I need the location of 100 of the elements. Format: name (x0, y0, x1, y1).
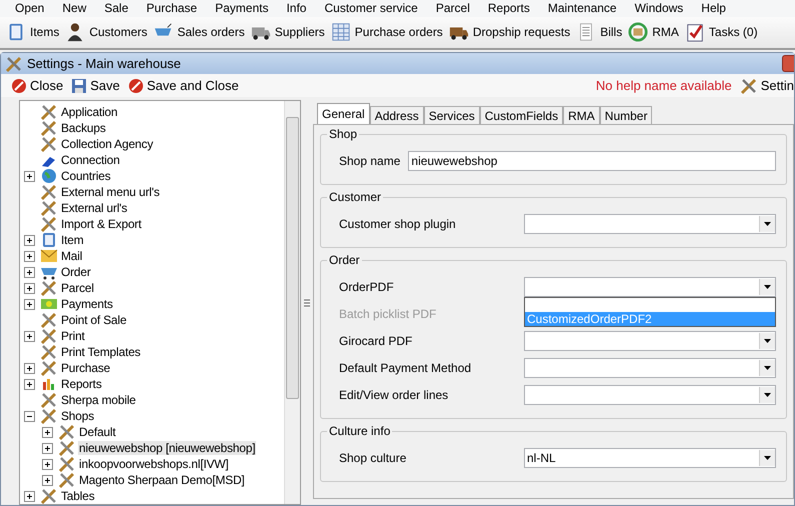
tools-icon (40, 344, 58, 360)
stop-icon (128, 78, 144, 94)
menu-item[interactable]: Open (6, 1, 54, 16)
menu-item[interactable]: Parcel (426, 1, 479, 16)
tree-item[interactable]: Item (60, 233, 85, 247)
tools-icon (58, 472, 76, 488)
toolbar-button[interactable]: RMA (626, 22, 681, 42)
tab[interactable]: Services (424, 106, 480, 124)
toolbar-button[interactable]: Tasks (0) (682, 22, 760, 42)
caret-icon (764, 456, 771, 460)
tools-icon (58, 424, 76, 440)
tab[interactable]: General (317, 103, 370, 124)
expander[interactable] (24, 266, 34, 278)
menu-item[interactable]: Sale (95, 1, 138, 16)
tools-icon (40, 120, 58, 136)
menu-item[interactable]: Purchase (137, 1, 206, 16)
expander[interactable] (24, 378, 34, 390)
menu-item[interactable]: Customer service (315, 1, 427, 16)
toolbar-button[interactable]: Suppliers (248, 22, 327, 42)
tab[interactable]: Number (600, 106, 652, 124)
expander[interactable] (24, 170, 34, 182)
field-label: Girocard PDF (339, 334, 414, 348)
toolbar-button[interactable]: Save (71, 78, 120, 94)
toolbar-button[interactable]: Items (4, 22, 62, 42)
tree-item[interactable]: Order (60, 265, 92, 279)
tree-item[interactable]: Sherpa mobile (60, 393, 137, 407)
tree-item[interactable]: Print (60, 329, 86, 343)
tab[interactable]: Address (370, 106, 424, 124)
tree-item[interactable]: Purchase (60, 361, 112, 375)
expander[interactable] (24, 298, 34, 310)
expander[interactable] (42, 474, 52, 486)
tree-item[interactable]: inkoopvoorwebshops.nl[IVW] (78, 457, 230, 471)
toolbar-button[interactable]: Purchase orders (328, 22, 445, 42)
tree-item[interactable]: Print Templates (60, 345, 142, 359)
expander[interactable] (24, 410, 34, 422)
tab[interactable]: RMA (563, 106, 600, 124)
tree-item[interactable]: Tables (60, 489, 96, 503)
money-icon (40, 296, 58, 312)
tree-item[interactable]: Default (78, 425, 117, 439)
splitter-grip[interactable] (304, 298, 310, 306)
tree-item[interactable]: Shops (60, 409, 96, 423)
tree-item[interactable]: Collection Agency (60, 137, 154, 151)
group-title: Customer (328, 190, 382, 204)
expander[interactable] (24, 330, 34, 342)
settings-button[interactable]: Settin (740, 76, 794, 94)
expander[interactable] (42, 458, 52, 470)
tree-item[interactable]: Connection (60, 153, 121, 167)
tab[interactable]: CustomFields (480, 106, 564, 124)
rma-icon (628, 22, 648, 42)
tree-item[interactable]: External menu url's (60, 185, 161, 199)
tools-icon (40, 392, 58, 408)
expander[interactable] (24, 234, 34, 246)
tree-item[interactable]: Countries (60, 169, 112, 183)
toolbar-button[interactable]: Sales orders (151, 22, 247, 42)
tree-item[interactable]: Reports (60, 377, 103, 391)
field-label: Shop culture (339, 450, 408, 464)
menu-item[interactable]: New (53, 1, 96, 16)
text-field[interactable]: nieuwewebshop (408, 150, 776, 170)
tree-item[interactable]: Import & Export (60, 217, 142, 231)
tree-item[interactable]: External url's (60, 201, 128, 215)
toolbar-button[interactable]: Customers (63, 22, 150, 42)
expander[interactable] (42, 442, 52, 454)
toolbar-button[interactable]: Close (11, 78, 64, 94)
toolbar-button[interactable]: Dropship requests (446, 22, 572, 42)
menu-item[interactable]: Payments (206, 1, 278, 16)
tree-item[interactable]: Mail (60, 249, 84, 263)
help-message: No help name available (596, 78, 732, 93)
menu-item[interactable]: Help (692, 1, 735, 16)
tools-icon (5, 54, 23, 72)
tools-icon (40, 184, 58, 200)
tree-item[interactable]: nieuwewebshop [nieuwewebshop] (78, 441, 256, 455)
toolbar-button[interactable]: Save and Close (128, 78, 239, 94)
expander[interactable] (42, 426, 52, 438)
expander[interactable] (24, 282, 34, 294)
menu-item[interactable]: Maintenance (538, 1, 626, 16)
tree-item[interactable]: Parcel (60, 281, 95, 295)
save-icon (71, 78, 88, 94)
menu-item[interactable]: Reports (478, 1, 539, 16)
expander[interactable] (24, 490, 34, 502)
field-label: Edit/View order lines (339, 388, 450, 402)
expander[interactable] (24, 362, 34, 374)
tools-icon (40, 408, 58, 424)
dropdown[interactable]: nl-NL (524, 448, 776, 468)
tree-item[interactable]: Payments (60, 297, 114, 311)
tree-item[interactable]: Backups (60, 121, 107, 135)
toolbar-button[interactable]: Bills (574, 22, 624, 42)
field-label: OrderPDF (339, 280, 395, 294)
field-label: Customer shop plugin (339, 216, 457, 230)
menu-item[interactable]: Info (277, 1, 316, 16)
scrollbar[interactable] (284, 101, 300, 504)
tasks-icon (684, 22, 705, 42)
menu-item[interactable]: Windows (626, 1, 692, 16)
tree-item[interactable]: Point of Sale (60, 313, 128, 327)
tree-item[interactable]: Magento Sherpaan Demo[MSD] (78, 473, 246, 487)
group-title: Shop (328, 127, 358, 141)
tools-icon (40, 200, 58, 216)
tools-icon (40, 280, 58, 296)
globe-icon (40, 168, 58, 184)
tree-item[interactable]: Application (60, 105, 119, 119)
expander[interactable] (24, 250, 34, 262)
